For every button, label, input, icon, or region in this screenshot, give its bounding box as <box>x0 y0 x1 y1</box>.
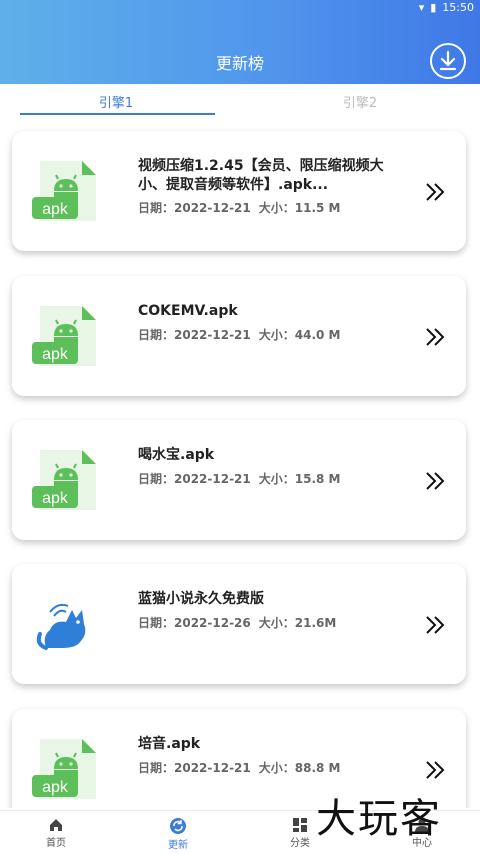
tab-bar: 引擎1 引擎2 <box>0 84 480 118</box>
watermark-logo: 大玩客 <box>316 796 442 842</box>
list-item[interactable]: 蓝猫小说永久免费版 日期：2022-12-26 大小：21.6M <box>12 564 466 684</box>
tab-indicator <box>20 113 215 115</box>
item-date: 日期：2022-12-21 <box>138 201 251 215</box>
status-time: 15:50 <box>442 0 474 14</box>
item-date: 日期：2022-12-21 <box>138 472 251 486</box>
item-meta: 日期：2022-12-21 大小：11.5 M <box>138 199 341 216</box>
battery-icon: ▮ <box>430 0 437 14</box>
list-item[interactable]: apk 视频压缩1.2.45【会员、限压缩视频大小、提取音频等软件】.apk..… <box>12 131 466 251</box>
double-chevron-right-icon[interactable] <box>424 470 446 492</box>
page-title: 更新榜 <box>215 54 264 73</box>
item-size: 大小：88.8 M <box>258 761 341 775</box>
svg-text:apk: apk <box>42 490 69 507</box>
nav-category-label: 分类 <box>290 838 310 849</box>
apk-icon: apk <box>32 306 96 366</box>
update-list[interactable]: apk 视频压缩1.2.45【会员、限压缩视频大小、提取音频等软件】.apk..… <box>0 118 480 808</box>
item-title: 培音.apk <box>138 736 201 752</box>
item-size: 大小：21.6M <box>258 616 337 630</box>
item-date: 日期：2022-12-21 <box>138 328 251 342</box>
item-meta: 日期：2022-12-21 大小：44.0 M <box>138 326 341 343</box>
home-icon <box>50 819 62 831</box>
nav-update[interactable]: 更新 <box>148 817 208 851</box>
nav-home-label: 首页 <box>46 838 66 849</box>
item-date: 日期：2022-12-21 <box>138 761 251 775</box>
double-chevron-right-icon[interactable] <box>424 759 446 781</box>
item-meta: 日期：2022-12-21 大小：15.8 M <box>138 470 341 487</box>
double-chevron-right-icon[interactable] <box>424 326 446 348</box>
item-size: 大小：11.5 M <box>258 201 341 215</box>
double-chevron-right-icon[interactable] <box>424 614 446 636</box>
item-title: COKEMV.apk <box>138 303 238 319</box>
nav-update-label: 更新 <box>168 840 188 851</box>
item-title: 蓝猫小说永久免费版 <box>138 591 264 607</box>
item-title: 喝水宝.apk <box>138 447 215 463</box>
nav-home[interactable]: 首页 <box>26 817 86 849</box>
header-bar: ▾ ▮ 15:50 更新榜 <box>0 0 480 84</box>
item-size: 大小：44.0 M <box>258 328 341 342</box>
apk-icon: apk <box>32 450 96 510</box>
category-icon <box>293 818 307 832</box>
svg-text:apk: apk <box>42 201 69 218</box>
item-date: 日期：2022-12-26 <box>138 616 251 630</box>
double-chevron-right-icon[interactable] <box>424 181 446 203</box>
svg-text:apk: apk <box>42 346 69 363</box>
svg-text:apk: apk <box>42 779 69 796</box>
refresh-icon <box>170 818 186 834</box>
download-button[interactable] <box>430 43 466 79</box>
blue-cat-icon <box>32 590 98 658</box>
list-item[interactable]: apk COKEMV.apk 日期：2022-12-21 大小：44.0 M <box>12 276 466 396</box>
download-icon <box>439 50 457 71</box>
apk-icon: apk <box>32 161 96 221</box>
item-title: 视频压缩1.2.45【会员、限压缩视频大小、提取音频等软件】.apk... <box>138 158 384 193</box>
status-bar: ▾ ▮ 15:50 <box>419 0 474 14</box>
list-item[interactable]: apk 喝水宝.apk 日期：2022-12-21 大小：15.8 M <box>12 420 466 540</box>
tab-engine-1[interactable]: 引擎1 <box>16 92 216 111</box>
wifi-icon: ▾ <box>418 0 425 14</box>
apk-icon: apk <box>32 739 96 799</box>
item-size: 大小：15.8 M <box>258 472 341 486</box>
tab-engine-2[interactable]: 引擎2 <box>260 92 460 111</box>
item-meta: 日期：2022-12-21 大小：88.8 M <box>138 759 341 776</box>
item-meta: 日期：2022-12-26 大小：21.6M <box>138 614 336 631</box>
